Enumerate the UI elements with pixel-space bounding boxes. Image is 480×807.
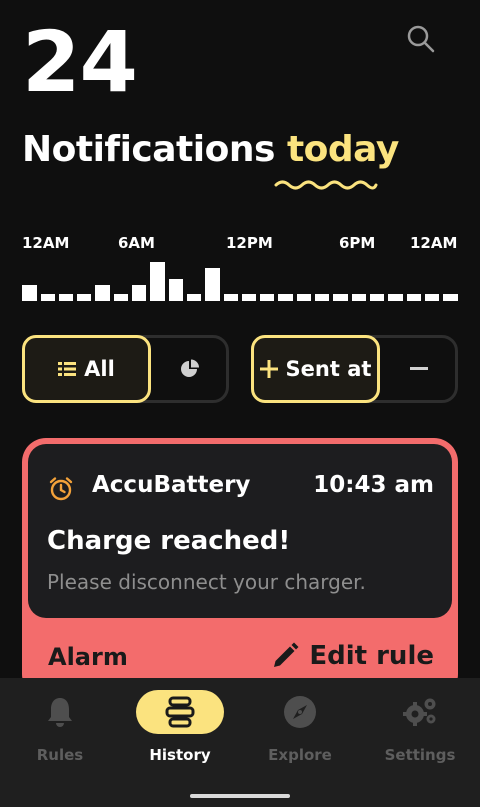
view-all-button[interactable]: All (22, 335, 151, 403)
plus-icon (259, 360, 278, 378)
hour-bar (132, 285, 146, 301)
notification-body: Please disconnect your charger. (47, 570, 366, 594)
hour-bar (260, 294, 274, 301)
view-all-label: All (84, 357, 115, 381)
home-indicator[interactable] (190, 794, 290, 798)
hour-bar (77, 294, 91, 301)
hour-bar (388, 294, 403, 301)
edit-rule-button[interactable]: Edit rule (271, 641, 434, 671)
hour-bar (59, 294, 73, 301)
nav-label: Rules (36, 746, 84, 764)
hour-bar (443, 294, 458, 301)
edit-rule-label: Edit rule (309, 641, 434, 671)
bottom-navigation: Rules History Explore Settings (0, 678, 480, 807)
sort-sent-at-button[interactable]: Sent at (251, 335, 380, 403)
pencil-icon (274, 642, 299, 667)
notification-card[interactable]: AccuBattery 10:43 am Charge reached! Ple… (22, 438, 458, 698)
hour-bar (22, 285, 37, 301)
hour-bar (242, 294, 256, 301)
hour-bar (205, 268, 220, 301)
hour-histogram (0, 0, 480, 310)
hour-bar (352, 294, 366, 301)
notification-time: 10:43 am (313, 472, 434, 498)
bell-icon (48, 698, 72, 727)
sort-label: Sent at (285, 357, 372, 381)
list-icon (58, 362, 77, 376)
nav-label: History (149, 746, 211, 764)
hour-bar (407, 294, 421, 301)
nav-item-settings[interactable]: Settings (360, 678, 480, 788)
hour-bar (370, 294, 384, 301)
minus-icon (410, 367, 428, 370)
history-icon (165, 696, 195, 728)
gears-icon (403, 698, 436, 726)
compass-icon (284, 696, 316, 728)
app-name: AccuBattery (92, 472, 251, 498)
hour-bar (297, 294, 311, 301)
pie-chart-icon (181, 359, 199, 377)
nav-label: Explore (268, 746, 332, 764)
alarm-clock-icon (49, 477, 73, 501)
hour-bar (41, 294, 55, 301)
hour-bar (315, 294, 329, 301)
hour-bar (114, 294, 128, 301)
hour-bar (187, 294, 201, 301)
rule-name: Alarm (48, 643, 128, 671)
nav-item-history[interactable]: History (120, 678, 240, 788)
sort-collapse-button[interactable] (380, 335, 458, 403)
notification-content: AccuBattery 10:43 am Charge reached! Ple… (28, 444, 452, 618)
notification-title: Charge reached! (47, 526, 291, 556)
hour-bar (333, 294, 348, 301)
hour-bar (150, 262, 165, 301)
view-chart-button[interactable] (151, 335, 229, 403)
hour-bar (95, 285, 110, 301)
nav-label: Settings (384, 746, 456, 764)
nav-item-explore[interactable]: Explore (240, 678, 360, 788)
hour-bar (169, 279, 183, 301)
hour-bar (425, 294, 439, 301)
hour-bar (224, 294, 238, 301)
hour-bar (278, 294, 293, 301)
nav-item-rules[interactable]: Rules (0, 678, 120, 788)
